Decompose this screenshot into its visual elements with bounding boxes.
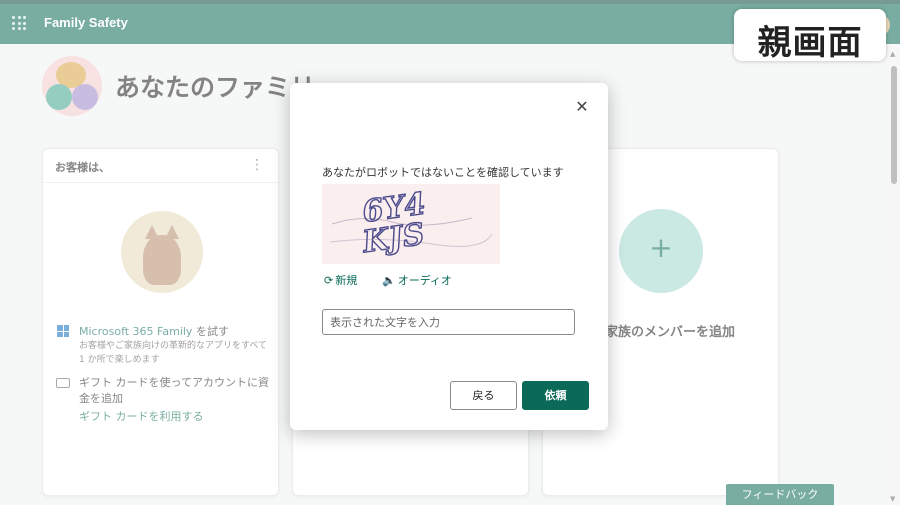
- captcha-image: 6Y4KJS: [322, 184, 500, 264]
- close-icon[interactable]: ✕: [574, 99, 590, 115]
- refresh-captcha-button[interactable]: ⟳ 新規: [324, 272, 357, 288]
- refresh-icon: ⟳: [324, 274, 334, 287]
- verification-message: あなたがロボットではないことを確認しています: [322, 166, 564, 179]
- audio-label[interactable]: オーディオ: [398, 274, 452, 287]
- captcha-input[interactable]: [322, 309, 575, 335]
- captcha-line1: 6Y4KJS: [355, 186, 432, 260]
- audio-captcha-button[interactable]: 🔈 オーディオ: [382, 272, 452, 288]
- speaker-icon: 🔈: [382, 274, 396, 287]
- request-button[interactable]: 依頼: [522, 381, 589, 410]
- refresh-label[interactable]: 新規: [335, 274, 357, 287]
- parent-screen-label-text: 親画面: [757, 23, 863, 63]
- captcha-dialog: ✕ あなたがロボットではないことを確認しています 6Y4KJS ⟳ 新規 🔈 オーデ…: [290, 83, 608, 430]
- back-button[interactable]: 戻る: [450, 381, 517, 410]
- parent-screen-label: 親画面: [734, 9, 886, 63]
